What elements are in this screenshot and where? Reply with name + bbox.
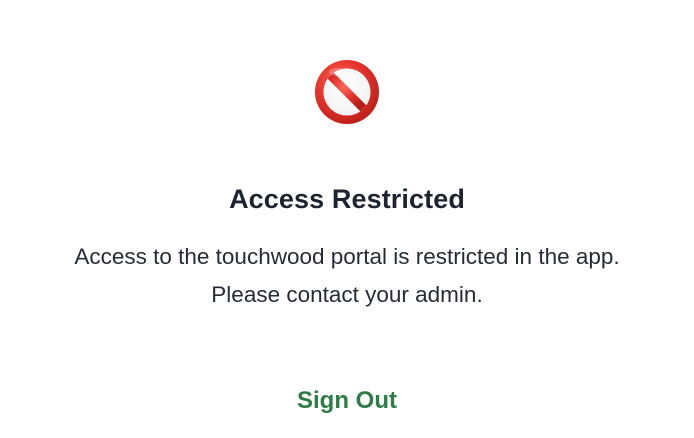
page-title: Access Restricted [229, 184, 465, 214]
prohibited-icon [314, 59, 380, 125]
restriction-message: Access to the touchwood portal is restri… [74, 244, 620, 307]
sign-out-button[interactable]: Sign Out [247, 383, 447, 419]
access-restricted-screen: Access Restricted Access to the touchwoo… [0, 0, 694, 438]
